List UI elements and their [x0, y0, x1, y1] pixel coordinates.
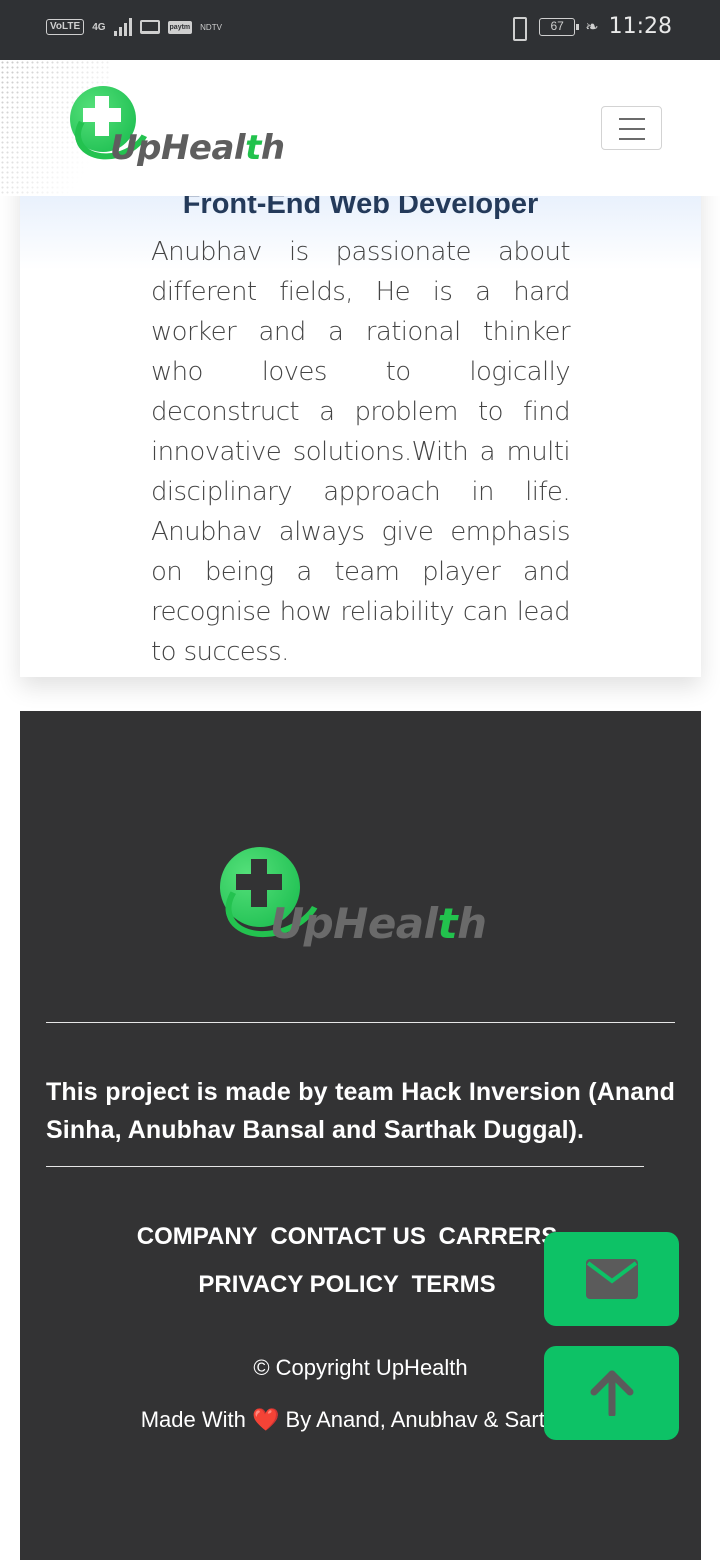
- footer-link-company[interactable]: COMPANY: [137, 1223, 258, 1250]
- team-member-card: Front-End Web Developer Anubhav is passi…: [20, 150, 701, 677]
- laptop-icon: [139, 20, 160, 34]
- footer-divider: [46, 1166, 644, 1167]
- status-right-icons: 67 ❧ 11:28: [507, 14, 672, 41]
- contact-mail-button[interactable]: [544, 1232, 679, 1326]
- brand-logo[interactable]: UpHealth: [66, 86, 300, 172]
- envelope-icon: [585, 1259, 638, 1299]
- team-credits: This project is made by team Hack Invers…: [46, 1078, 675, 1144]
- battery-icon: 67: [539, 17, 580, 36]
- logo-wordmark: UpHealth: [110, 128, 285, 168]
- vibrate-icon: [507, 15, 529, 41]
- footer-logo[interactable]: UpHealth: [215, 847, 520, 957]
- hamburger-line: [619, 128, 645, 130]
- status-bar: VoLTE 4G paytm NDTV 67 ❧ 11:28: [0, 0, 720, 60]
- leaf-icon: ❧: [585, 18, 599, 36]
- footer-link-careers[interactable]: CARRERS: [439, 1223, 558, 1250]
- scroll-to-top-button[interactable]: [544, 1346, 679, 1440]
- footer-divider: [46, 1022, 675, 1023]
- volte-indicator: VoLTE: [46, 19, 85, 35]
- made-with-authors: By Anand, Anubhav & Sarthak: [285, 1407, 581, 1432]
- clock: 11:28: [608, 14, 672, 39]
- hamburger-icon: [619, 118, 645, 120]
- status-left-icons: VoLTE 4G paytm NDTV: [46, 18, 222, 36]
- logo-wordmark: UpHealth: [270, 899, 487, 948]
- paytm-icon: paytm: [167, 20, 193, 34]
- ndtv-icon: NDTV: [200, 22, 222, 32]
- arrow-up-icon: [590, 1370, 633, 1416]
- heart-icon: ❤️: [251, 1407, 280, 1432]
- signal-icon: [113, 18, 132, 36]
- footer-link-privacy-policy[interactable]: PRIVACY POLICY: [198, 1271, 398, 1298]
- footer-link-contact-us[interactable]: CONTACT US: [270, 1223, 426, 1250]
- menu-toggle-button[interactable]: [601, 106, 662, 150]
- member-bio: Anubhav is passionate about different fi…: [151, 237, 571, 667]
- hamburger-line: [619, 138, 645, 140]
- made-with-prefix: Made With: [140, 1407, 246, 1432]
- navbar: UpHealth: [0, 60, 720, 196]
- network-type: 4G: [92, 21, 106, 33]
- footer-link-terms[interactable]: TERMS: [412, 1271, 496, 1298]
